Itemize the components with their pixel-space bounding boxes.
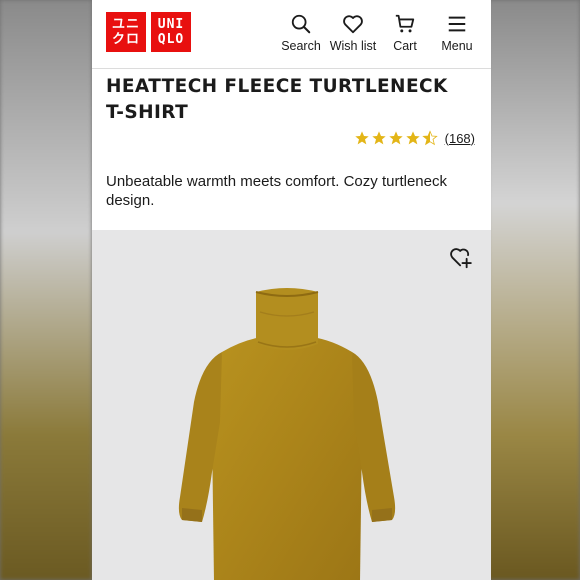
menu-button[interactable]: Menu <box>433 13 481 53</box>
heart-plus-icon[interactable] <box>449 244 475 270</box>
uniqlo-logo[interactable]: ユニ クロ UNI QLO <box>106 12 191 52</box>
cart-label: Cart <box>393 39 417 53</box>
app-screen: ユニ クロ UNI QLO Search Wish list Cart Menu… <box>92 0 491 580</box>
search-button[interactable]: Search <box>277 13 325 53</box>
star-icon <box>405 131 420 145</box>
logo-line-2: クロ <box>111 32 140 47</box>
cart-button[interactable]: Cart <box>381 13 429 53</box>
product-title: HEATTECH FLEECE TURTLENECK T-SHIRT <box>106 76 448 123</box>
background-blur-left <box>0 0 92 580</box>
star-icon <box>388 131 403 145</box>
top-header: ユニ クロ UNI QLO Search Wish list Cart Menu <box>92 0 491 69</box>
logo-tile-katakana: ユニ クロ <box>106 12 146 52</box>
turtleneck-sweater-image <box>178 288 396 580</box>
logo-tile-latin: UNI QLO <box>151 12 191 52</box>
heart-icon <box>343 15 363 34</box>
cart-icon <box>395 14 415 33</box>
background-blur-right <box>488 0 580 580</box>
logo-line-2: QLO <box>157 32 185 47</box>
product-description: Unbeatable warmth meets comfort. Cozy tu… <box>106 173 447 209</box>
search-icon <box>291 14 311 34</box>
product-image[interactable] <box>92 230 491 580</box>
wishlist-button[interactable]: Wish list <box>329 13 377 53</box>
review-count-link[interactable]: (168) <box>445 131 475 146</box>
half-star-icon <box>421 130 438 146</box>
product-rating[interactable]: (168) <box>354 130 475 146</box>
logo-line-1: UNI <box>157 17 185 32</box>
star-icon <box>371 131 386 145</box>
header-nav: Search Wish list Cart Menu <box>273 13 481 53</box>
rating-stars <box>354 130 438 146</box>
search-label: Search <box>281 39 321 53</box>
wishlist-label: Wish list <box>329 39 377 53</box>
logo-line-1: ユニ <box>111 17 140 32</box>
hamburger-icon <box>448 16 466 32</box>
star-icon <box>354 131 369 145</box>
menu-label: Menu <box>441 39 473 53</box>
